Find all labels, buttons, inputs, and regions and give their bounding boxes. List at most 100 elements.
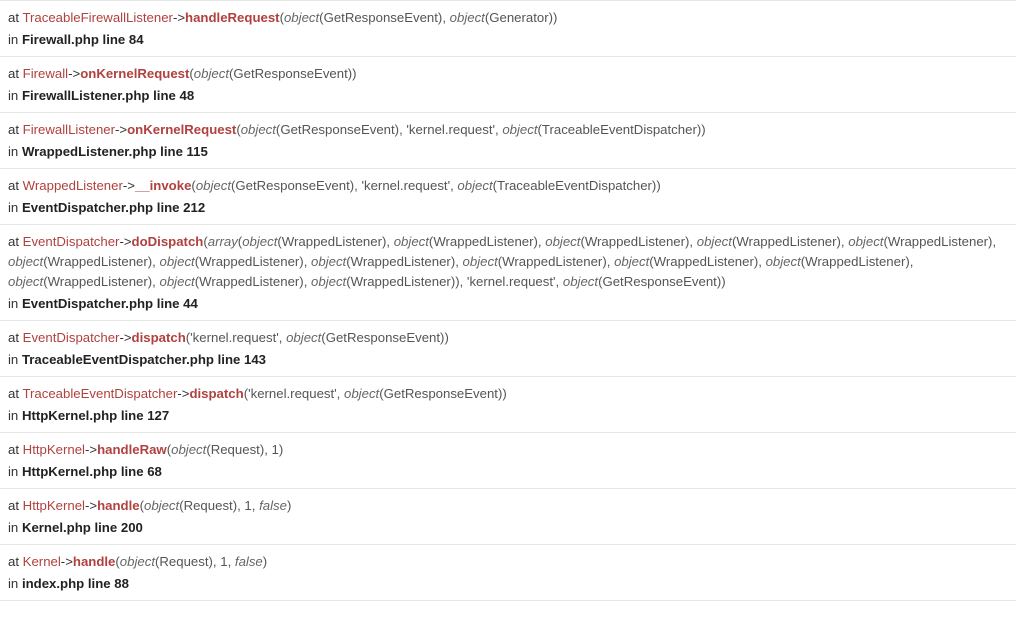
method-arrow: ->	[115, 122, 128, 137]
trace-call-line: at WrappedListener->__invoke(object(GetR…	[8, 176, 1008, 196]
class-name: FirewallListener	[22, 122, 116, 137]
function-arguments: ('kernel.request', object(GetResponseEve…	[186, 330, 449, 345]
argument-text: (GetResponseEvent), 'kernel.request',	[231, 178, 458, 193]
in-label: in	[8, 32, 19, 47]
trace-call-line: at Firewall->onKernelRequest(object(GetR…	[8, 64, 1008, 84]
argument-type: object	[195, 178, 232, 193]
class-name: TraceableEventDispatcher	[22, 386, 178, 401]
function-arguments: ('kernel.request', object(GetResponseEve…	[244, 386, 507, 401]
trace-call-line: at EventDispatcher->dispatch('kernel.req…	[8, 328, 1008, 348]
trace-frame: at WrappedListener->__invoke(object(GetR…	[0, 169, 1016, 225]
argument-type: object	[8, 254, 44, 269]
argument-text: (WrappedListener),	[731, 234, 849, 249]
in-label: in	[8, 88, 19, 103]
argument-type: object	[449, 10, 485, 25]
argument-text: (WrappedListener),	[497, 254, 615, 269]
argument-text: (GetResponseEvent))	[229, 66, 357, 81]
method-arrow: ->	[84, 498, 98, 513]
function-name: doDispatch	[131, 234, 204, 249]
function-name: __invoke	[134, 178, 192, 193]
file-location: FirewallListener.php line 48	[21, 88, 195, 103]
argument-type: object	[562, 274, 599, 289]
in-label: in	[8, 408, 19, 423]
file-location: index.php line 88	[21, 576, 129, 591]
class-name: Kernel	[22, 554, 61, 569]
trace-call-line: at HttpKernel->handleRaw(object(Request)…	[8, 440, 1008, 460]
method-arrow: ->	[68, 66, 81, 81]
function-arguments: (object(Request), 1, false)	[140, 498, 292, 513]
file-location: EventDispatcher.php line 212	[21, 200, 206, 215]
argument-type: object	[8, 274, 44, 289]
argument-text: (GetResponseEvent), 'kernel.request',	[275, 122, 503, 137]
trace-frame: at TraceableEventDispatcher->dispatch('k…	[0, 377, 1016, 433]
trace-call-line: at HttpKernel->handle(object(Request), 1…	[8, 496, 1008, 516]
file-location: Kernel.php line 200	[21, 520, 143, 535]
at-label: at	[8, 122, 19, 137]
function-name: onKernelRequest	[127, 122, 237, 137]
at-label: at	[8, 498, 19, 513]
trace-frame: at EventDispatcher->doDispatch(array(obj…	[0, 225, 1016, 321]
at-label: at	[8, 442, 19, 457]
method-arrow: ->	[172, 10, 186, 25]
at-label: at	[8, 330, 19, 345]
in-label: in	[8, 296, 19, 311]
argument-text: (Request), 1)	[206, 442, 284, 457]
trace-frame: at TraceableFirewallListener->handleRequ…	[0, 1, 1016, 57]
function-arguments: (object(GetResponseEvent), object(Genera…	[280, 10, 558, 25]
argument-type: object	[240, 122, 276, 137]
argument-text: (GetResponseEvent))	[321, 330, 449, 345]
argument-text: (WrappedListener),	[277, 234, 394, 249]
trace-frame: at EventDispatcher->dispatch('kernel.req…	[0, 321, 1016, 377]
trace-call-line: at TraceableEventDispatcher->dispatch('k…	[8, 384, 1008, 404]
trace-location-line: in index.php line 88	[8, 574, 1008, 594]
function-name: handle	[97, 498, 140, 513]
argument-type: object	[242, 234, 278, 249]
at-label: at	[8, 386, 19, 401]
function-arguments: (object(GetResponseEvent), 'kernel.reque…	[191, 178, 660, 193]
argument-text: (WrappedListener),	[883, 234, 997, 249]
trace-location-line: in HttpKernel.php line 68	[8, 462, 1008, 482]
argument-type: object	[765, 254, 801, 269]
argument-type: object	[462, 254, 498, 269]
class-name: WrappedListener	[22, 178, 123, 193]
method-arrow: ->	[177, 386, 190, 401]
in-label: in	[8, 200, 19, 215]
file-location: EventDispatcher.php line 44	[21, 296, 198, 311]
argument-text: ('kernel.request',	[185, 330, 287, 345]
in-label: in	[8, 144, 19, 159]
method-arrow: ->	[84, 442, 98, 457]
argument-text: (WrappedListener),	[43, 274, 160, 289]
at-label: at	[8, 234, 19, 249]
trace-location-line: in EventDispatcher.php line 44	[8, 294, 1008, 314]
argument-type: object	[848, 234, 884, 249]
function-arguments: (object(GetResponseEvent))	[189, 66, 356, 81]
argument-type: object	[502, 122, 538, 137]
argument-text: (WrappedListener),	[43, 254, 160, 269]
argument-type: array	[207, 234, 238, 249]
trace-location-line: in WrappedListener.php line 115	[8, 142, 1008, 162]
trace-location-line: in Kernel.php line 200	[8, 518, 1008, 538]
file-location: WrappedListener.php line 115	[21, 144, 208, 159]
trace-call-line: at TraceableFirewallListener->handleRequ…	[8, 8, 1008, 28]
file-location: Firewall.php line 84	[21, 32, 144, 47]
function-name: handleRequest	[185, 10, 280, 25]
function-name: handleRaw	[97, 442, 167, 457]
class-name: Firewall	[22, 66, 69, 81]
function-name: dispatch	[131, 330, 186, 345]
class-name: TraceableFirewallListener	[22, 10, 173, 25]
argument-type: object	[696, 234, 732, 249]
in-label: in	[8, 464, 19, 479]
argument-text: (Request), 1,	[155, 554, 235, 569]
argument-type: object	[143, 498, 180, 513]
file-location: HttpKernel.php line 68	[21, 464, 162, 479]
argument-text: (WrappedListener),	[649, 254, 766, 269]
argument-type: object	[311, 274, 347, 289]
argument-text: ('kernel.request',	[243, 386, 345, 401]
argument-text: (WrappedListener),	[346, 254, 463, 269]
in-label: in	[8, 352, 19, 367]
argument-text: (GetResponseEvent))	[598, 274, 726, 289]
trace-location-line: in FirewallListener.php line 48	[8, 86, 1008, 106]
trace-call-line: at EventDispatcher->doDispatch(array(obj…	[8, 232, 1008, 292]
trace-location-line: in TraceableEventDispatcher.php line 143	[8, 350, 1008, 370]
trace-frame: at Kernel->handle(object(Request), 1, fa…	[0, 545, 1016, 601]
